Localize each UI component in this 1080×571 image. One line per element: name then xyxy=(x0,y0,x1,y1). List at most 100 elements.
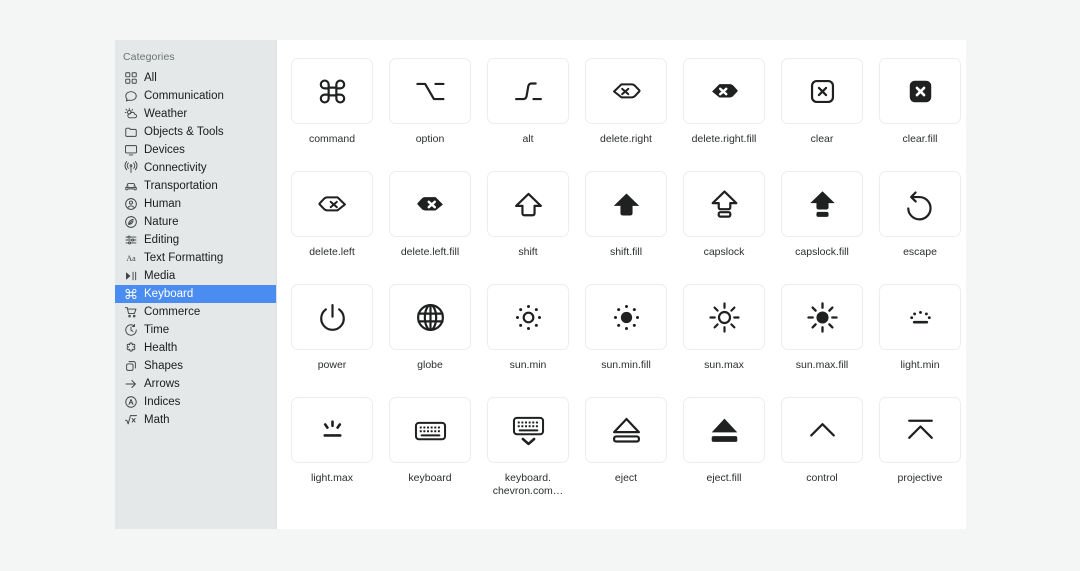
sidebar-item-communication[interactable]: Communication xyxy=(115,87,276,105)
sidebar-item-all[interactable]: All xyxy=(115,69,276,87)
symbol-label: light.min xyxy=(900,359,939,372)
sidebar-item-connectivity[interactable]: Connectivity xyxy=(115,159,276,177)
symbol-label: escape xyxy=(903,246,937,259)
sliders-icon xyxy=(122,233,139,247)
sidebar-item-commerce[interactable]: Commerce xyxy=(115,303,276,321)
symbol-label: globe xyxy=(417,359,443,372)
light-max-icon[interactable] xyxy=(291,397,373,463)
symbol-cell[interactable]: clear xyxy=(781,54,863,167)
symbol-label: alt xyxy=(522,133,533,146)
sidebar-item-transportation[interactable]: Transportation xyxy=(115,177,276,195)
control-icon[interactable] xyxy=(781,397,863,463)
capslock-icon[interactable] xyxy=(683,171,765,237)
clear-icon[interactable] xyxy=(781,58,863,124)
symbol-cell[interactable]: clear.fill xyxy=(879,54,961,167)
sidebar-item-devices[interactable]: Devices xyxy=(115,141,276,159)
power-icon[interactable] xyxy=(291,284,373,350)
symbol-cell[interactable]: sun.max xyxy=(683,280,765,393)
sidebar-item-shapes[interactable]: Shapes xyxy=(115,357,276,375)
symbol-cell[interactable]: escape xyxy=(879,167,961,280)
symbol-label: delete.left xyxy=(309,246,355,259)
capslock-fill-icon[interactable] xyxy=(781,171,863,237)
command-icon xyxy=(122,287,139,301)
sidebar-item-label: All xyxy=(144,71,157,85)
symbol-cell[interactable]: globe xyxy=(389,280,471,393)
delete-left-icon[interactable] xyxy=(291,171,373,237)
symbol-label: control xyxy=(806,472,838,485)
symbol-cell[interactable]: keyboard.chevron.com… xyxy=(487,393,569,506)
sidebar-item-human[interactable]: Human xyxy=(115,195,276,213)
sidebar-item-text-formatting[interactable]: AaText Formatting xyxy=(115,249,276,267)
sidebar-item-time[interactable]: Time xyxy=(115,321,276,339)
symbol-cell[interactable]: shift.fill xyxy=(585,167,667,280)
symbol-cell[interactable]: eject xyxy=(585,393,667,506)
symbol-cell[interactable]: command xyxy=(291,54,373,167)
aa-text-icon: Aa xyxy=(122,251,139,265)
symbol-cell[interactable]: sun.min xyxy=(487,280,569,393)
sidebar-item-media[interactable]: Media xyxy=(115,267,276,285)
symbol-cell[interactable]: light.max xyxy=(291,393,373,506)
clear-fill-icon[interactable] xyxy=(879,58,961,124)
escape-icon[interactable] xyxy=(879,171,961,237)
person-circle-icon xyxy=(122,197,139,211)
symbol-cell[interactable]: capslock.fill xyxy=(781,167,863,280)
sidebar-item-health[interactable]: Health xyxy=(115,339,276,357)
symbol-cell[interactable]: sun.min.fill xyxy=(585,280,667,393)
symbol-cell[interactable]: keyboard xyxy=(389,393,471,506)
symbol-cell[interactable]: eject.fill xyxy=(683,393,765,506)
sidebar-item-objects-tools[interactable]: Objects & Tools xyxy=(115,123,276,141)
sidebar-item-arrows[interactable]: Arrows xyxy=(115,375,276,393)
symbol-cell[interactable]: alt xyxy=(487,54,569,167)
symbol-cell[interactable]: sun.max.fill xyxy=(781,280,863,393)
sidebar-item-indices[interactable]: Indices xyxy=(115,393,276,411)
symbol-cell[interactable]: power xyxy=(291,280,373,393)
globe-icon[interactable] xyxy=(389,284,471,350)
sidebar-item-label: Transportation xyxy=(144,179,218,193)
sun-max-fill-icon[interactable] xyxy=(781,284,863,350)
shift-icon[interactable] xyxy=(487,171,569,237)
sidebar-item-label: Arrows xyxy=(144,377,180,391)
symbol-label: light.max xyxy=(311,472,353,485)
symbol-cell[interactable]: shift xyxy=(487,167,569,280)
symbol-cell[interactable]: delete.right xyxy=(585,54,667,167)
keyboard-icon[interactable] xyxy=(389,397,471,463)
eject-fill-icon[interactable] xyxy=(683,397,765,463)
option-icon[interactable] xyxy=(389,58,471,124)
square-root-x-icon xyxy=(122,413,139,427)
sidebar-item-keyboard[interactable]: Keyboard xyxy=(115,285,276,303)
sidebar-item-editing[interactable]: Editing xyxy=(115,231,276,249)
eject-icon[interactable] xyxy=(585,397,667,463)
symbol-cell[interactable]: option xyxy=(389,54,471,167)
sidebar-item-math[interactable]: Math xyxy=(115,411,276,429)
symbol-cell[interactable]: delete.left xyxy=(291,167,373,280)
sun-min-fill-icon[interactable] xyxy=(585,284,667,350)
alt-icon[interactable] xyxy=(487,58,569,124)
delete-right-fill-icon[interactable] xyxy=(683,58,765,124)
sun-max-icon[interactable] xyxy=(683,284,765,350)
arrow-right-icon xyxy=(122,377,139,391)
symbol-cell[interactable]: control xyxy=(781,393,863,506)
folder-icon xyxy=(122,125,139,139)
symbol-cell[interactable]: projective xyxy=(879,393,961,506)
command-icon[interactable] xyxy=(291,58,373,124)
symbol-cell[interactable]: capslock xyxy=(683,167,765,280)
sidebar-item-nature[interactable]: Nature xyxy=(115,213,276,231)
delete-right-icon[interactable] xyxy=(585,58,667,124)
projective-icon[interactable] xyxy=(879,397,961,463)
symbol-cell[interactable]: delete.left.fill xyxy=(389,167,471,280)
symbol-label: power xyxy=(318,359,347,372)
play-pause-icon xyxy=(122,269,139,283)
light-min-icon[interactable] xyxy=(879,284,961,350)
keyboard-chevron-icon[interactable] xyxy=(487,397,569,463)
symbol-cell[interactable]: delete.right.fill xyxy=(683,54,765,167)
delete-left-fill-icon[interactable] xyxy=(389,171,471,237)
symbol-cell[interactable]: light.min xyxy=(879,280,961,393)
sidebar-item-label: Indices xyxy=(144,395,180,409)
shift-fill-icon[interactable] xyxy=(585,171,667,237)
sidebar-item-weather[interactable]: Weather xyxy=(115,105,276,123)
display-icon xyxy=(122,143,139,157)
symbol-label: eject xyxy=(615,472,637,485)
sun-min-icon[interactable] xyxy=(487,284,569,350)
symbol-label: option xyxy=(416,133,445,146)
symbol-label: shift.fill xyxy=(610,246,642,259)
